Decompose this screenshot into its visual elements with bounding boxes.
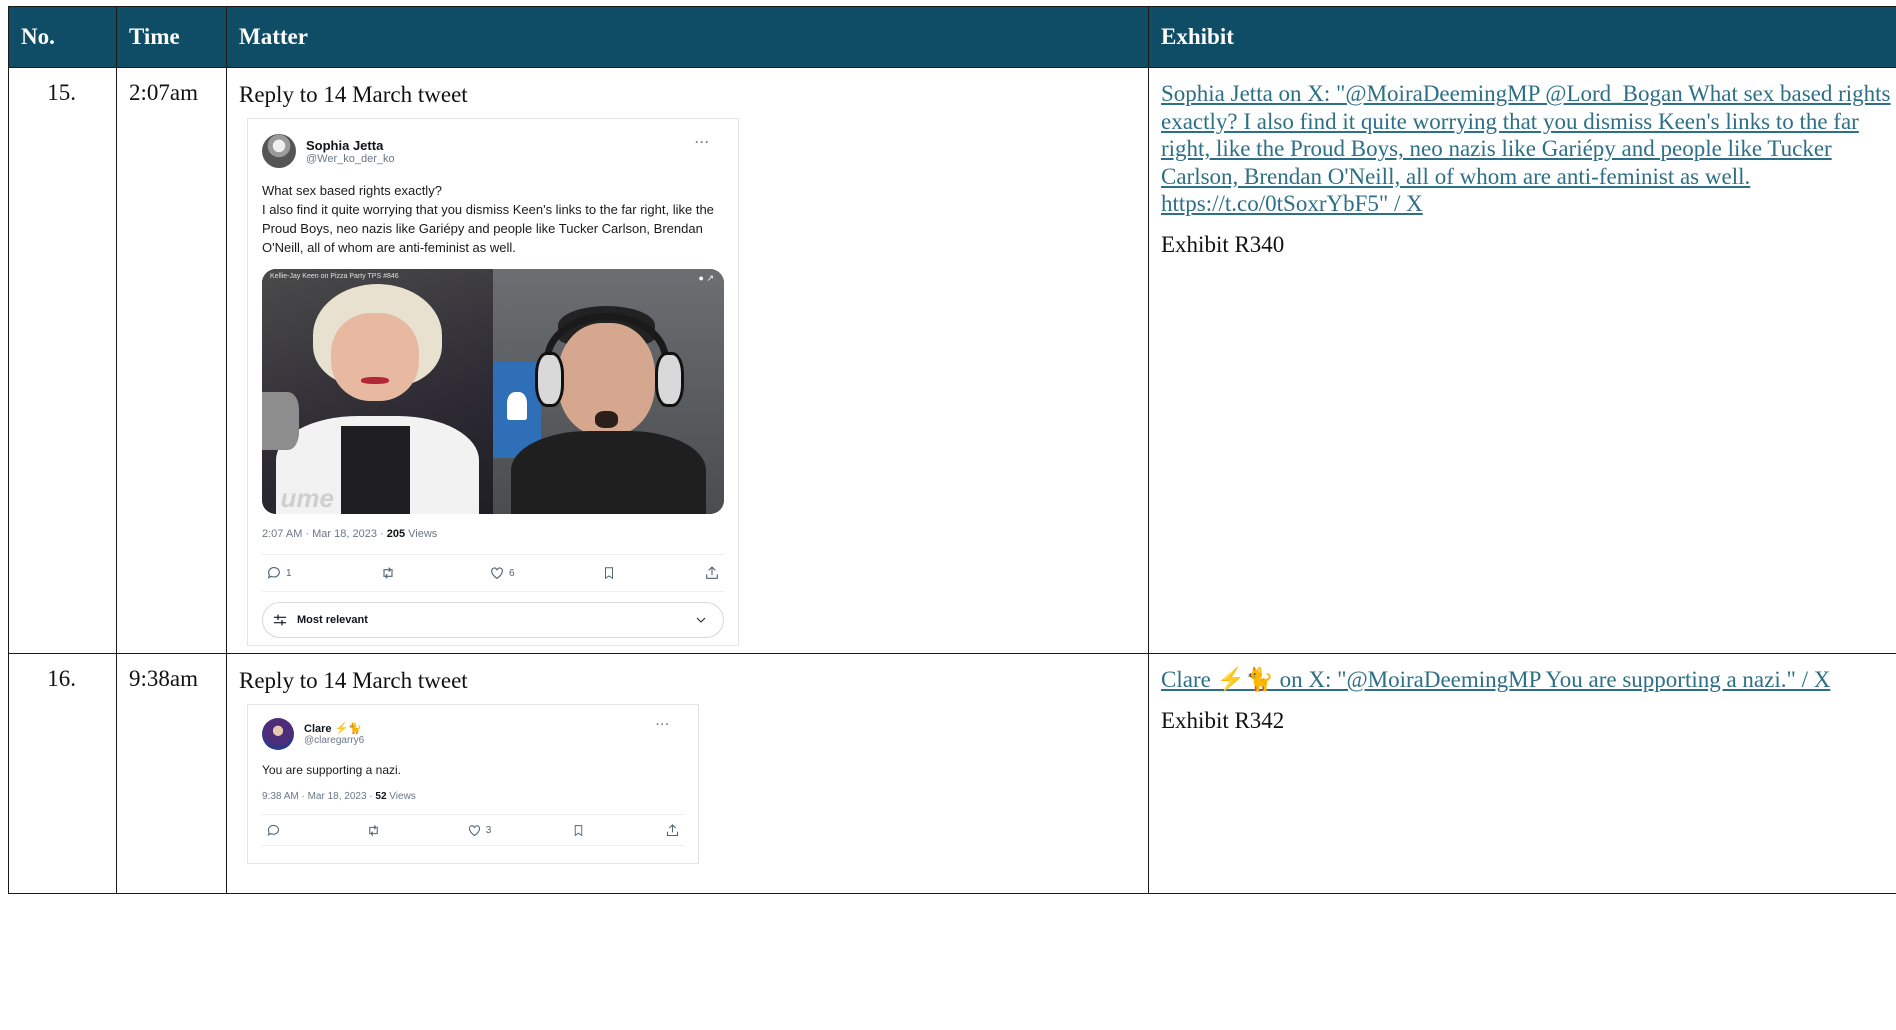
tweet-screenshot: Clare ⚡🐈 @claregarry6 ··· You are suppor… bbox=[247, 704, 699, 864]
views-count: 52 bbox=[375, 791, 387, 802]
header-no: No. bbox=[8, 6, 117, 68]
tweet-header: Clare ⚡🐈 @claregarry6 ··· bbox=[262, 717, 684, 751]
reply-button[interactable]: 1 bbox=[266, 565, 292, 581]
row-matter: Reply to 14 March tweet Sophia Jetta @We… bbox=[226, 67, 1149, 654]
bookmark-icon bbox=[605, 567, 614, 580]
share-button[interactable] bbox=[704, 565, 720, 581]
tweet-display-name: Sophia Jetta bbox=[306, 137, 384, 153]
table-row: 15. 2:07am Reply to 14 March tweet Sophi… bbox=[8, 67, 1896, 654]
row-exhibit: Sophia Jetta on X: "@MoiraDeemingMP @Lor… bbox=[1148, 67, 1896, 654]
views-count: 205 bbox=[386, 528, 406, 540]
table-header-row: No. Time Matter Exhibit bbox=[8, 6, 1896, 68]
retweet-icon bbox=[383, 567, 393, 579]
sort-replies-dropdown[interactable]: Most relevant bbox=[262, 602, 724, 638]
retweet-button[interactable] bbox=[365, 823, 386, 838]
avatar bbox=[262, 134, 296, 168]
media-right-panel bbox=[493, 269, 724, 514]
tweet-media[interactable]: ume Kellie-Jay Keen on Pizza Party TPS #… bbox=[262, 269, 724, 514]
share-icon bbox=[666, 823, 679, 836]
tweet-text: You are supporting a nazi. bbox=[262, 763, 401, 777]
row-number: 16. bbox=[8, 653, 117, 894]
matter-title: Reply to 14 March tweet bbox=[239, 82, 468, 107]
share-button[interactable] bbox=[665, 823, 680, 838]
exhibit-reference: Exhibit R342 bbox=[1161, 707, 1285, 733]
tweet-timestamp: 2:07 AM · Mar 18, 2023 · 205 Views bbox=[262, 528, 438, 540]
bookmark-button[interactable] bbox=[602, 565, 616, 581]
tweet-actions: 3 bbox=[262, 814, 684, 846]
tweet-author: Clare ⚡🐈 @claregarry6 bbox=[304, 722, 364, 746]
tweet-screenshot: Sophia Jetta @Wer_ko_der_ko ··· What sex… bbox=[247, 118, 739, 646]
sort-label: Most relevant bbox=[297, 614, 368, 626]
avatar bbox=[262, 718, 294, 750]
bookmark-icon bbox=[574, 824, 582, 836]
more-options-icon[interactable]: ··· bbox=[656, 719, 670, 731]
row-exhibit: Clare ⚡🐈 on X: "@MoiraDeemingMP You are … bbox=[1148, 653, 1896, 894]
exhibit-reference: Exhibit R340 bbox=[1161, 231, 1285, 257]
filter-icon bbox=[274, 614, 286, 626]
reply-icon bbox=[267, 824, 280, 836]
media-left-panel: ume bbox=[262, 269, 493, 514]
matter-title: Reply to 14 March tweet bbox=[239, 668, 468, 693]
media-caption: Kellie-Jay Keen on Pizza Party TPS #846 bbox=[270, 273, 399, 280]
header-exhibit: Exhibit bbox=[1148, 6, 1896, 68]
retweet-button[interactable] bbox=[379, 565, 401, 581]
row-matter: Reply to 14 March tweet Clare ⚡🐈 @clareg… bbox=[226, 653, 1149, 894]
tweet-text: What sex based rights exactly? I also fi… bbox=[262, 183, 714, 255]
tweet-actions: 1 6 bbox=[262, 554, 724, 592]
like-icon bbox=[491, 567, 503, 580]
reply-button[interactable] bbox=[266, 823, 285, 838]
row-time: 2:07am bbox=[116, 67, 227, 654]
retweet-icon bbox=[369, 824, 379, 836]
like-button[interactable]: 6 bbox=[489, 565, 515, 581]
row-number: 15. bbox=[8, 67, 117, 654]
reply-icon bbox=[267, 567, 280, 579]
exhibit-link[interactable]: Clare ⚡🐈 on X: "@MoiraDeemingMP You are … bbox=[1161, 666, 1896, 694]
like-button[interactable]: 3 bbox=[467, 823, 491, 838]
media-controls-icon[interactable]: ● ↗ bbox=[699, 273, 714, 284]
evidence-table: No. Time Matter Exhibit 15. 2:07am Reply… bbox=[8, 6, 1896, 894]
tweet-handle: @Wer_ko_der_ko bbox=[306, 152, 395, 165]
tweet-author: Sophia Jetta @Wer_ko_der_ko bbox=[306, 138, 395, 165]
tweet-header: Sophia Jetta @Wer_ko_der_ko ··· bbox=[262, 131, 724, 171]
media-watermark: ume bbox=[280, 483, 334, 513]
tweet-display-name: Clare ⚡🐈 bbox=[304, 723, 362, 735]
row-time: 9:38am bbox=[116, 653, 227, 894]
tweet-handle: @claregarry6 bbox=[304, 735, 365, 746]
tweet-timestamp: 9:38 AM · Mar 18, 2023 · 52 Views bbox=[262, 791, 416, 802]
table-row: 16. 9:38am Reply to 14 March tweet Clare… bbox=[8, 653, 1896, 894]
header-matter: Matter bbox=[226, 6, 1149, 68]
bookmark-button[interactable] bbox=[572, 823, 585, 838]
header-time: Time bbox=[116, 6, 227, 68]
more-options-icon[interactable]: ··· bbox=[695, 135, 710, 149]
like-icon bbox=[468, 824, 480, 836]
chevron-down-icon bbox=[696, 617, 706, 623]
exhibit-link[interactable]: Sophia Jetta on X: "@MoiraDeemingMP @Lor… bbox=[1161, 80, 1896, 218]
share-icon bbox=[706, 566, 718, 579]
